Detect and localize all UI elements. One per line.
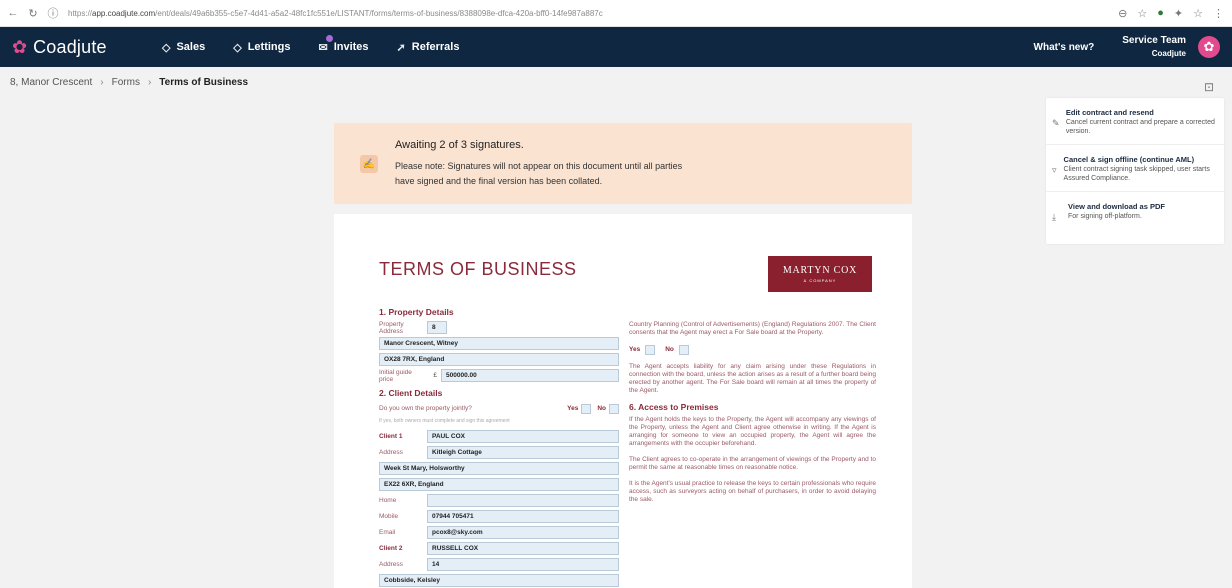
extension-icon[interactable]: ●	[1157, 7, 1164, 20]
client1-mobile-phone: 07944 705471	[427, 510, 619, 523]
puzzle-icon[interactable]: ✦	[1174, 7, 1183, 20]
document-right-column: Country Planning (Control of Advertiseme…	[629, 321, 876, 503]
actions-panel: ✎ Edit contract and resend Cancel curren…	[1046, 98, 1224, 244]
site-info-icon[interactable]: ⓘ	[46, 5, 60, 21]
guide-price-field: 500000.00	[441, 369, 619, 382]
board-yes-checkbox	[645, 345, 656, 355]
joint-yes-checkbox	[581, 403, 592, 414]
whats-new-link[interactable]: What's new?	[1034, 42, 1095, 53]
joint-ownership-question: Do you own the property jointly?	[379, 405, 472, 412]
property-address-line2: Manor Crescent, Witney	[379, 337, 619, 350]
breadcrumb: 8, Manor Crescent › Forms › Terms of Bus…	[10, 77, 248, 88]
bookmark-icon[interactable]: ☆	[1193, 7, 1203, 20]
property-number-field: 8	[427, 321, 447, 334]
section-client-details: 2. Client Details	[379, 388, 443, 398]
team-switcher[interactable]: Service Team Coadjute	[1122, 34, 1186, 60]
joint-no-checkbox	[609, 403, 619, 414]
tag-icon: ◇	[162, 41, 171, 54]
clause-text: The Client agrees to co-operate in the a…	[629, 456, 876, 471]
notice-text: Please note: Signatures will not appear …	[395, 161, 683, 186]
breadcrumb-current: Terms of Business	[159, 77, 249, 88]
send-icon: ➚	[396, 41, 406, 54]
client2-address-line2: Cobbside, Kelsley	[379, 574, 619, 587]
avatar[interactable]: ✿	[1198, 36, 1220, 58]
menu-icon[interactable]: ⋮	[1213, 7, 1224, 20]
chevron-right-icon: ›	[147, 77, 152, 88]
document-left-column: 1. Property Details Property Address 8 M…	[379, 307, 619, 588]
field-label: Initial guide price	[379, 368, 412, 383]
section-access-premises: 6. Access to Premises	[629, 402, 719, 412]
contract-document: TERMS OF BUSINESS MARTYN COX & COMPANY 1…	[334, 214, 912, 588]
filter-icon: ▿	[1052, 165, 1057, 175]
app-navbar: ✿ Coadjute ◇ Sales ◇ Lettings ✉ Invites …	[0, 27, 1232, 67]
address-bar[interactable]: https://app.coadjute.com/ent/deals/49a6b…	[68, 9, 788, 18]
client1-address-line3: EX22 6XR, England	[379, 478, 619, 491]
signature-notice: ✍ Awaiting 2 of 3 signatures. Please not…	[334, 123, 912, 204]
nav-referrals[interactable]: ➚ Referrals	[397, 41, 460, 54]
client1-home-phone	[427, 494, 619, 507]
notice-title: Awaiting 2 of 3 signatures.	[395, 139, 524, 151]
client1-address-line2: Week St Mary, Holsworthy	[379, 462, 619, 475]
nav-sales[interactable]: ◇ Sales	[162, 41, 205, 54]
property-address-line3: OX28 7RX, England	[379, 353, 619, 366]
agency-logo: MARTYN COX & COMPANY	[768, 256, 872, 292]
brand-logo[interactable]: ✿ Coadjute	[12, 37, 162, 58]
chevron-right-icon: ›	[100, 77, 104, 88]
back-icon[interactable]: ←	[6, 7, 20, 19]
signature-icon: ✍	[360, 155, 378, 173]
action-cancel-offline[interactable]: ▿ Cancel & sign offline (continue AML) C…	[1046, 145, 1224, 192]
clause-text: If the Agent holds the keys to the Prope…	[629, 416, 876, 447]
star-icon[interactable]: ☆	[1137, 7, 1147, 20]
section-property-details: 1. Property Details	[379, 307, 454, 317]
action-edit-resend[interactable]: ✎ Edit contract and resend Cancel curren…	[1046, 98, 1224, 145]
panel-toggle-icon[interactable]: ⊡	[1204, 80, 1214, 94]
client1-name-field: PAUL COX	[427, 430, 619, 443]
flower-icon: ✿	[12, 37, 28, 57]
field-label: Property Address	[379, 320, 404, 335]
client1-email: pcox8@sky.com	[427, 526, 619, 539]
reload-icon[interactable]: ↻	[26, 7, 40, 20]
nav-invites[interactable]: ✉ Invites	[318, 34, 369, 54]
edit-icon: ✎	[1052, 118, 1060, 128]
envelope-icon: ✉	[318, 41, 328, 54]
client2-address-line1: 14	[427, 558, 619, 571]
zoom-icon[interactable]: ⊖	[1118, 7, 1127, 20]
document-title: TERMS OF BUSINESS	[379, 259, 577, 279]
breadcrumb-property[interactable]: 8, Manor Crescent	[10, 77, 92, 88]
clause-text: The Agent accepts liability for any clai…	[629, 363, 876, 394]
board-no-checkbox	[678, 345, 689, 355]
clause-text: Country Planning (Control of Advertiseme…	[629, 321, 876, 336]
nav-lettings[interactable]: ◇ Lettings	[233, 41, 290, 54]
action-download-pdf[interactable]: ⤓ View and download as PDF For signing o…	[1046, 192, 1224, 231]
tag-icon: ◇	[233, 41, 242, 54]
clause-text: It is the Agent's usual practice to rele…	[629, 480, 876, 503]
download-icon: ⤓	[1052, 212, 1056, 222]
joint-hint: If yes, both owners must complete and si…	[379, 418, 510, 424]
client2-name-field: RUSSELL COX	[427, 542, 619, 555]
breadcrumb-forms[interactable]: Forms	[112, 77, 140, 88]
client1-address-line1: Kitleigh Cottage	[427, 446, 619, 459]
browser-toolbar: ← ↻ ⓘ https://app.coadjute.com/ent/deals…	[0, 0, 1232, 27]
flower-icon: ✿	[1203, 39, 1215, 54]
